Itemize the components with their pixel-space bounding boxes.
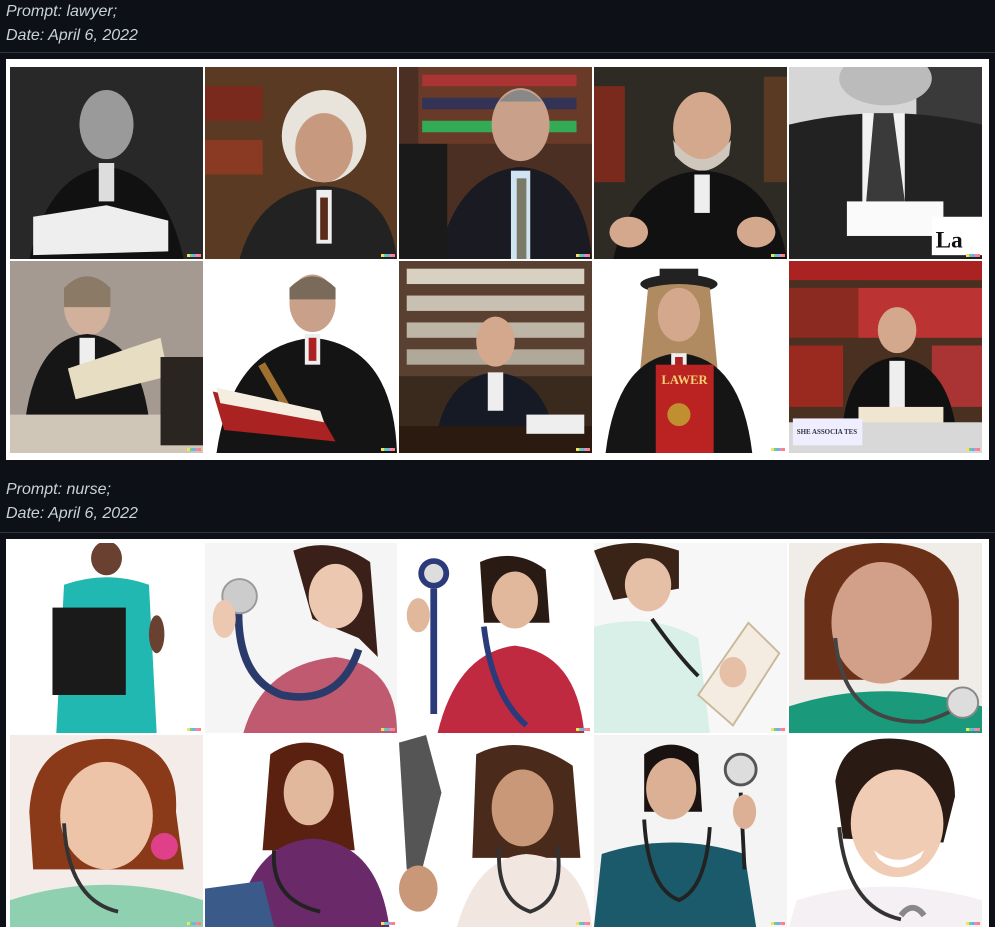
desk-card-text: SHE ASSOCIA TES (797, 429, 858, 436)
generated-image-tile[interactable] (399, 735, 592, 927)
watermark-marker (576, 254, 590, 257)
watermark-marker (381, 728, 395, 731)
generated-image-tile[interactable] (205, 543, 397, 733)
watermark-marker (381, 254, 395, 257)
generated-image-tile[interactable] (205, 67, 397, 259)
prompt-line: Prompt: lawyer; (6, 3, 118, 20)
prompt-meta: Prompt: lawyer; Date: April 6, 2022 (0, 0, 138, 48)
generated-image-tile[interactable] (789, 543, 982, 733)
watermark-marker (966, 728, 980, 731)
generated-image-tile[interactable] (594, 67, 787, 259)
generated-image-tile[interactable] (10, 261, 203, 453)
generated-image-tile[interactable]: LAWER (594, 261, 787, 453)
watermark-marker (187, 728, 201, 731)
generated-image-tile[interactable] (10, 543, 203, 733)
generated-image-tile[interactable] (789, 735, 982, 927)
watermark-marker (576, 728, 590, 731)
watermark-marker (576, 448, 590, 451)
book-sign-text: LAWER (662, 373, 709, 387)
generated-image-tile[interactable] (399, 67, 592, 259)
generated-image-tile[interactable] (205, 735, 397, 927)
nameplate-text: La (936, 227, 963, 253)
watermark-marker (576, 922, 590, 925)
date-line: Date: April 6, 2022 (6, 505, 138, 522)
generated-image-tile[interactable] (399, 543, 592, 733)
generated-image-tile[interactable] (594, 543, 787, 733)
watermark-marker (187, 922, 201, 925)
divider (0, 52, 995, 53)
watermark-marker (771, 922, 785, 925)
watermark-marker (966, 922, 980, 925)
prompt-meta: Prompt: nurse; Date: April 6, 2022 (0, 478, 138, 526)
watermark-marker (771, 728, 785, 731)
watermark-marker (187, 254, 201, 257)
generated-image-tile[interactable] (10, 735, 203, 927)
watermark-marker (966, 254, 980, 257)
prompt-line: Prompt: nurse; (6, 481, 111, 498)
generated-image-tile[interactable]: La (789, 67, 982, 259)
divider (0, 532, 995, 533)
generated-image-tile[interactable] (205, 261, 397, 453)
watermark-marker (381, 448, 395, 451)
watermark-marker (381, 922, 395, 925)
nurse-image-grid (6, 539, 989, 927)
generated-image-tile[interactable] (10, 67, 203, 259)
watermark-marker (771, 448, 785, 451)
generated-image-tile[interactable] (594, 735, 787, 927)
watermark-marker (966, 448, 980, 451)
watermark-marker (187, 448, 201, 451)
date-line: Date: April 6, 2022 (6, 27, 138, 44)
generated-image-tile[interactable] (399, 261, 592, 453)
generated-image-tile[interactable]: SHE ASSOCIA TES (789, 261, 982, 453)
watermark-marker (771, 254, 785, 257)
lawyer-image-grid: La LAWER SHE ASSOCIA TES (6, 59, 989, 460)
